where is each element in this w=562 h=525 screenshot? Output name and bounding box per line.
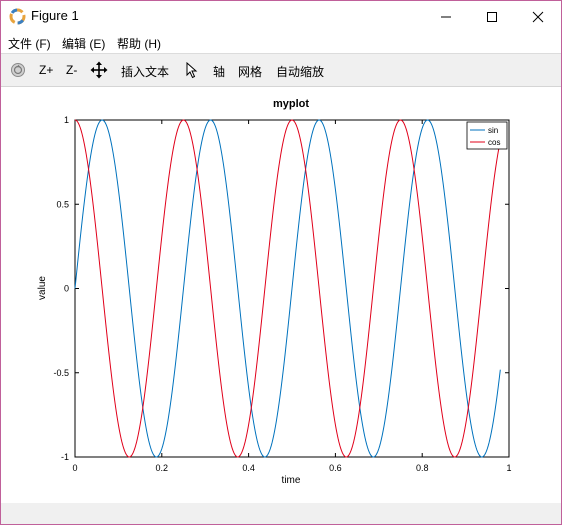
insert-text-button[interactable]: 插入文本 (121, 63, 169, 80)
octave-app-icon (9, 8, 26, 25)
figure-canvas[interactable]: myplot 0 0.2 0.4 0.6 0.8 1 -1 -0.5 0 0.5 1 time va… (1, 87, 561, 503)
y-tick-label: 1 (64, 115, 69, 125)
y-tick-label: 0 (64, 284, 69, 294)
axes-button[interactable]: 轴 (213, 63, 225, 80)
x-tick-label: 0.4 (242, 463, 255, 473)
legend-label-sin: sin (488, 126, 498, 135)
status-bar (1, 503, 561, 524)
y-tick-label: -1 (61, 452, 69, 462)
menu-file[interactable]: 文件 (F) (8, 35, 51, 52)
minimize-button[interactable] (423, 1, 469, 32)
y-tick-label: -0.5 (53, 368, 69, 378)
minimize-icon (441, 16, 451, 18)
figure-window: Figure 1 文件 (F) 编辑 (E) 帮助 (H) Z+ Z- 插入文本… (0, 0, 562, 525)
pan-icon[interactable] (90, 61, 108, 79)
legend-box (466, 121, 508, 150)
maximize-button[interactable] (469, 1, 515, 32)
close-button[interactable] (515, 1, 561, 32)
y-tick-label: 0.5 (56, 199, 69, 209)
window-title: Figure 1 (31, 8, 79, 23)
menu-edit[interactable]: 编辑 (E) (62, 35, 105, 52)
zoom-in-button[interactable]: Z+ (39, 63, 53, 77)
x-tick-label: 0.6 (329, 463, 342, 473)
close-icon (532, 11, 544, 23)
grid-button[interactable]: 网格 (238, 63, 262, 80)
x-tick-label: 1 (506, 463, 511, 473)
select-pointer-icon[interactable] (186, 62, 198, 79)
maximize-icon (487, 12, 497, 22)
menu-bar: 文件 (F) 编辑 (E) 帮助 (H) (1, 32, 561, 54)
y-axis-label: value (37, 276, 48, 300)
legend-label-cos: cos (488, 138, 500, 147)
menu-help[interactable]: 帮助 (H) (117, 35, 161, 52)
autoscale-button[interactable]: 自动缩放 (276, 63, 324, 80)
x-tick-label: 0 (72, 463, 77, 473)
rotate-icon[interactable] (10, 62, 26, 78)
x-tick-label: 0.2 (156, 463, 169, 473)
plot-title: myplot (273, 98, 309, 110)
x-axis-label: time (282, 475, 301, 486)
toolbar: Z+ Z- 插入文本 轴 网格 自动缩放 (1, 54, 561, 87)
title-bar[interactable]: Figure 1 (1, 1, 561, 32)
zoom-out-button[interactable]: Z- (66, 63, 77, 77)
x-tick-label: 0.8 (416, 463, 429, 473)
plot-area[interactable]: myplot 0 0.2 0.4 0.6 0.8 1 -1 -0.5 0 0.5 1 time va… (1, 87, 561, 503)
legend[interactable]: sin cos (466, 121, 508, 150)
